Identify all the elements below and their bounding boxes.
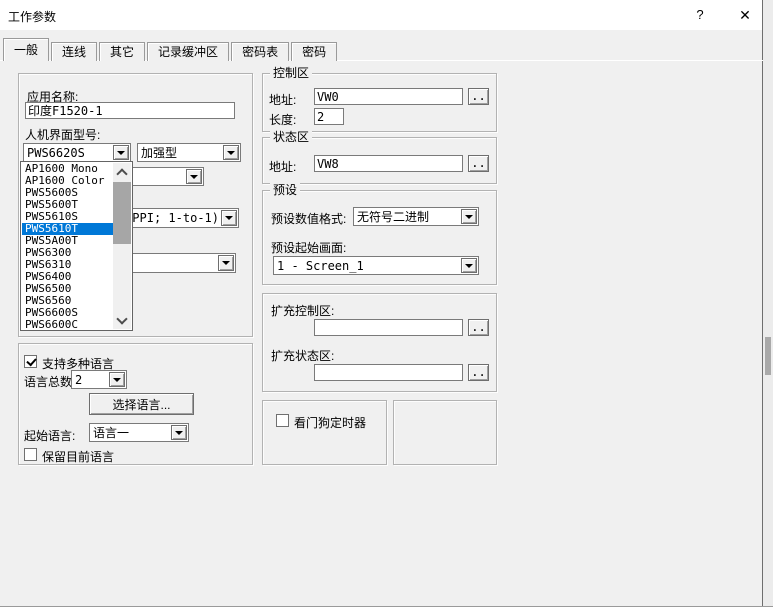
status-area-group: 状态区 地址: .. <box>262 137 497 184</box>
chevron-down-icon[interactable] <box>461 258 477 273</box>
start-language-combo[interactable]: 语言一 <box>89 423 189 442</box>
status-address-label: 地址: <box>269 158 296 175</box>
status-address-input[interactable] <box>314 155 463 172</box>
extended-areas-group: 扩充控制区: .. 扩充状态区: .. <box>262 293 497 392</box>
preset-format-value: 无符号二进制 <box>357 209 460 225</box>
keep-language-label: 保留目前语言 <box>42 448 114 465</box>
hmi-model-combo-value: PWS6620S <box>27 145 112 161</box>
watchdog-group: 看门狗定时器 <box>262 400 387 465</box>
preset-screen-value: 1 - Screen_1 <box>277 258 460 274</box>
control-address-label: 地址: <box>269 91 296 108</box>
tab-一般[interactable]: 一般 <box>3 38 49 61</box>
model-list: AP1600 MonoAP1600 ColorPWS5600SPWS5600TP… <box>22 163 113 329</box>
background-window-edge <box>762 0 773 606</box>
title-bar: 工作参数 ? ✕ <box>0 0 763 30</box>
preset-screen-label: 预设起始画面: <box>271 239 346 256</box>
preset-group: 预设 预设数值格式: 无符号二进制 预设起始画面: 1 - Screen_1 <box>262 190 497 285</box>
extended-status-browse-button[interactable]: .. <box>468 364 489 381</box>
watchdog-label: 看门狗定时器 <box>294 414 366 431</box>
chevron-down-icon[interactable] <box>223 145 239 160</box>
working-parameters-dialog: 工作参数 ? ✕ 一般连线其它记录缓冲区密码表密码 应用名称: 人机界面型号: … <box>0 0 773 607</box>
multi-language-checkbox[interactable] <box>24 355 37 368</box>
hmi-model-combo[interactable]: PWS6620S <box>23 143 131 162</box>
control-area-group: 控制区 地址: .. 长度: <box>262 73 497 132</box>
hmi-type-combo[interactable]: 加强型 <box>137 143 241 162</box>
tab-密码[interactable]: 密码 <box>291 42 337 61</box>
control-area-title: 控制区 <box>270 66 312 80</box>
extended-control-label: 扩充控制区: <box>271 302 334 319</box>
scroll-up-icon[interactable] <box>113 163 131 180</box>
extended-status-label: 扩充状态区: <box>271 347 334 364</box>
scroll-down-icon[interactable] <box>113 312 131 329</box>
tab-其它[interactable]: 其它 <box>99 42 145 61</box>
model-dropdown-list: AP1600 MonoAP1600 ColorPWS5600SPWS5600TP… <box>20 161 133 331</box>
language-count-value: 2 <box>75 372 108 388</box>
preset-format-label: 预设数值格式: <box>271 210 346 227</box>
language-group: 支持多种语言 语言总数: 2 选择语言... 起始语言: 语言一 保留目前语言 <box>18 343 253 465</box>
chevron-down-icon[interactable] <box>221 210 237 226</box>
extended-control-browse-button[interactable]: .. <box>468 319 489 336</box>
language-count-combo[interactable]: 2 <box>71 370 127 389</box>
extended-status-input[interactable] <box>314 364 463 381</box>
scrollbar-thumb[interactable] <box>113 182 131 244</box>
close-icon[interactable]: ✕ <box>728 0 762 30</box>
preset-format-combo[interactable]: 无符号二进制 <box>353 207 479 226</box>
empty-box <box>393 400 497 465</box>
chevron-down-icon[interactable] <box>113 145 129 160</box>
select-language-button[interactable]: 选择语言... <box>89 393 194 415</box>
hmi-model-label: 人机界面型号: <box>25 126 100 143</box>
keep-language-checkbox[interactable] <box>24 448 37 461</box>
tab-记录缓冲区[interactable]: 记录缓冲区 <box>147 42 229 61</box>
status-address-browse-button[interactable]: .. <box>468 155 489 172</box>
control-address-browse-button[interactable]: .. <box>468 88 489 105</box>
model-list-scrollbar[interactable] <box>113 163 131 329</box>
control-address-input[interactable] <box>314 88 463 105</box>
hmi-type-combo-value: 加强型 <box>141 145 222 161</box>
background-scrollbar-fragment <box>765 337 771 375</box>
language-count-label: 语言总数: <box>24 373 75 390</box>
status-area-title: 状态区 <box>270 130 312 144</box>
extended-control-input[interactable] <box>314 319 463 336</box>
chevron-down-icon[interactable] <box>461 209 477 224</box>
tab-密码表[interactable]: 密码表 <box>231 42 289 61</box>
start-language-label: 起始语言: <box>24 427 75 444</box>
chevron-down-icon[interactable] <box>109 372 125 387</box>
chevron-down-icon[interactable] <box>186 169 202 184</box>
chevron-down-icon[interactable] <box>218 255 234 271</box>
window-title: 工作参数 <box>8 8 56 25</box>
control-length-input[interactable] <box>314 108 344 125</box>
tab-bar: 一般连线其它记录缓冲区密码表密码 <box>3 38 339 61</box>
model-list-item[interactable]: PWS6600C <box>22 319 113 329</box>
start-language-value: 语言一 <box>93 425 170 441</box>
control-length-label: 长度: <box>269 111 296 128</box>
app-name-input[interactable] <box>25 102 235 119</box>
watchdog-checkbox[interactable] <box>276 414 289 427</box>
preset-title: 预设 <box>270 183 300 197</box>
preset-screen-combo[interactable]: 1 - Screen_1 <box>273 256 479 275</box>
help-icon[interactable]: ? <box>683 0 717 30</box>
tab-连线[interactable]: 连线 <box>51 42 97 61</box>
chevron-down-icon[interactable] <box>171 425 187 440</box>
